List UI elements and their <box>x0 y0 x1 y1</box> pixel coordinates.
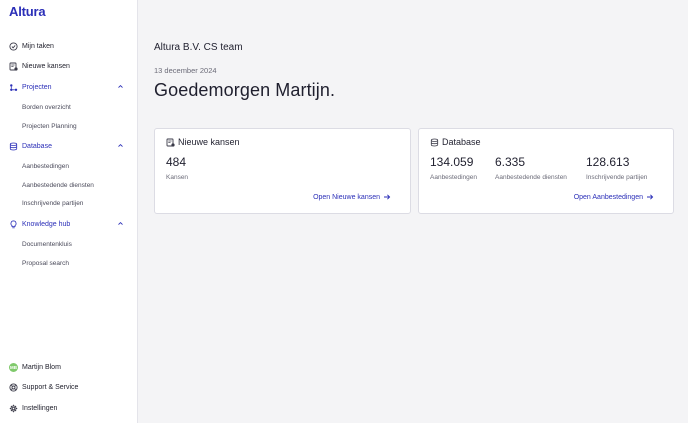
card-title: Database <box>430 137 481 147</box>
card-title-label: Database <box>442 137 481 147</box>
stat-value: 6.335 <box>495 155 526 169</box>
current-date: 13 december 2024 <box>154 66 217 75</box>
stat-value: 128.613 <box>586 155 630 169</box>
stat-label: Aanbestedende diensten <box>495 174 567 181</box>
sidebar-item-instellingen[interactable]: Instellingen <box>9 401 129 415</box>
database-icon <box>9 142 18 151</box>
gear-icon <box>9 404 18 413</box>
sidebar-item-aanbestedingen[interactable]: Aanbestedingen <box>22 160 69 172</box>
sidebar-item-support[interactable]: Support & Service <box>9 380 129 394</box>
lightbulb-icon <box>9 219 18 229</box>
sidebar-item-nieuwe-kansen[interactable]: Nieuwe kansen <box>9 59 129 73</box>
stat-value: 484 <box>166 155 187 169</box>
sidebar-item-label: Instellingen <box>22 404 58 412</box>
nodes-icon <box>9 83 18 92</box>
sidebar-section-knowledge-hub[interactable]: Knowledge hub <box>9 217 129 231</box>
sidebar-item-aanbestedende-diensten[interactable]: Aanbestedende diensten <box>22 179 94 191</box>
document-star-icon <box>166 138 175 147</box>
stat-label: Aanbestedingen <box>430 174 477 181</box>
stat-kansen: 484 Kansen <box>166 155 188 181</box>
sidebar-item-proposal-search[interactable]: Proposal search <box>22 257 69 269</box>
user-name: Martijn Blom <box>22 363 61 371</box>
lifebuoy-icon <box>9 382 18 392</box>
avatar: MB <box>9 362 18 372</box>
sidebar-item-label: Mijn taken <box>22 42 54 50</box>
chevron-up-icon[interactable] <box>116 219 125 228</box>
chevron-up-icon[interactable] <box>116 82 125 91</box>
greeting-heading: Goedemorgen Martijn. <box>154 80 336 100</box>
link-label: Open Nieuwe kansen <box>313 193 380 201</box>
sidebar-section-label: Projecten <box>22 83 52 91</box>
sidebar-user[interactable]: MB Martijn Blom <box>9 360 129 374</box>
arrow-right-icon <box>383 193 391 201</box>
stat-aanbestedende-diensten: 6.335 Aanbestedende diensten <box>495 155 567 181</box>
stat-label: Inschrijvende partijen <box>586 174 648 181</box>
sidebar-section-database[interactable]: Database <box>9 139 129 153</box>
sidebar-section-label: Knowledge hub <box>22 220 71 228</box>
sidebar-item-label: Nieuwe kansen <box>22 62 70 70</box>
nieuwe-kansen-card: Nieuwe kansen 484 Kansen Open Nieuwe kan… <box>154 128 411 214</box>
database-card: Database 134.059 Aanbestedingen 6.335 Aa… <box>418 128 674 214</box>
stat-inschrijvende-partijen: 128.613 Inschrijvende partijen <box>586 155 647 181</box>
sidebar-item-mijn-taken[interactable]: Mijn taken <box>9 39 129 53</box>
database-icon <box>430 138 439 147</box>
stat-label: Kansen <box>166 174 189 181</box>
open-aanbestedingen-link[interactable]: Open Aanbestedingen <box>574 193 654 201</box>
stat-aanbestedingen: 134.059 Aanbestedingen <box>430 155 477 181</box>
document-star-icon <box>9 62 18 71</box>
check-circle-icon <box>9 41 18 51</box>
main-content: Altura B.V. CS team 13 december 2024 Goe… <box>138 0 688 423</box>
link-label: Open Aanbestedingen <box>573 193 643 201</box>
chevron-up-icon[interactable] <box>116 141 125 150</box>
sidebar-item-label: Support & Service <box>22 383 79 391</box>
open-nieuwe-kansen-link[interactable]: Open Nieuwe kansen <box>313 193 391 201</box>
stat-value: 134.059 <box>430 155 474 169</box>
sidebar-item-documentenkluis[interactable]: Documentenkluis <box>22 238 72 250</box>
altura-logo[interactable]: Altura <box>9 4 46 19</box>
sidebar: Altura Mijn taken Nieuwe kansen Projecte… <box>0 0 138 423</box>
sidebar-section-projecten[interactable]: Projecten <box>9 80 129 94</box>
card-title-label: Nieuwe kansen <box>178 137 240 147</box>
sidebar-item-projecten-planning[interactable]: Projecten Planning <box>22 120 77 132</box>
sidebar-section-label: Database <box>22 142 52 150</box>
arrow-right-icon <box>646 193 654 201</box>
card-title: Nieuwe kansen <box>166 137 240 147</box>
team-name: Altura B.V. CS team <box>154 42 243 53</box>
sidebar-item-inschrijvende-partijen[interactable]: Inschrijvende partijen <box>22 197 83 209</box>
sidebar-item-borden-overzicht[interactable]: Borden overzicht <box>22 101 71 113</box>
